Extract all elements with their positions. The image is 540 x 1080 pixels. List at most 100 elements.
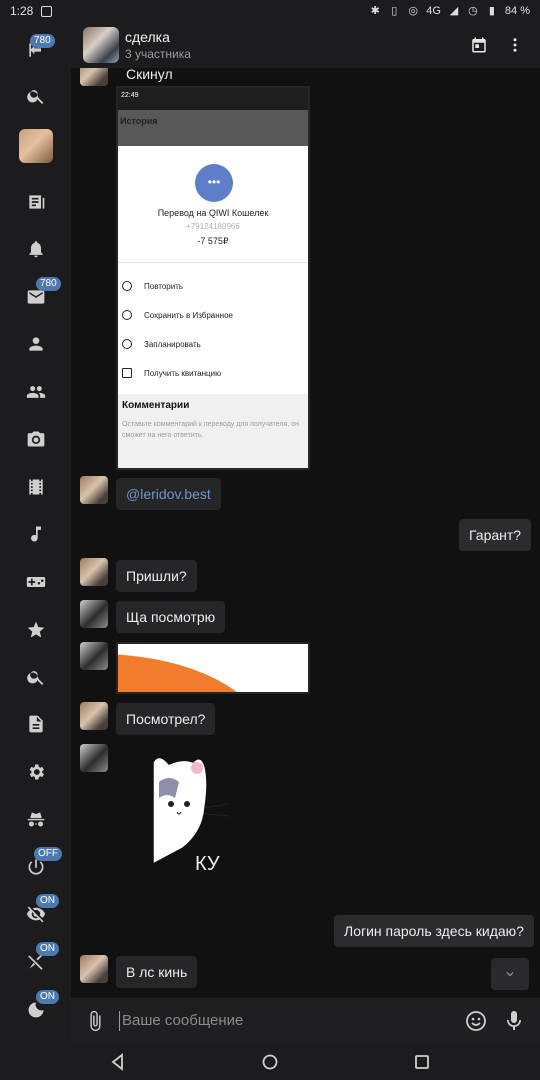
rail-friends[interactable] <box>0 324 71 364</box>
composer: Ваше сообщение <box>71 998 540 1044</box>
rail-music[interactable] <box>0 514 71 554</box>
bluetooth-icon: ✱ <box>370 4 380 17</box>
rail-exit[interactable]: 780 <box>0 30 71 70</box>
document-icon <box>28 715 43 733</box>
battery-icon: ▮ <box>488 4 495 17</box>
chat-subtitle: 3 участника <box>125 47 191 61</box>
sender-avatar[interactable] <box>80 476 108 504</box>
receipt-icon <box>122 368 132 378</box>
more-horiz-icon: ••• <box>195 164 233 202</box>
sender-avatar[interactable] <box>80 600 108 628</box>
chat-avatar[interactable] <box>83 27 119 63</box>
message-link[interactable]: @leridov.best <box>116 478 221 510</box>
action-row: Повторить <box>118 274 308 298</box>
rail-search-2[interactable] <box>0 657 71 697</box>
hotspot-icon: ◎ <box>408 4 419 17</box>
rail-search[interactable] <box>0 76 71 116</box>
back-icon[interactable] <box>108 1052 128 1072</box>
rail-profile[interactable] <box>0 126 71 166</box>
rail-badge: OFF <box>34 847 62 861</box>
transfer-amount: -7 575₽ <box>197 236 229 246</box>
search-icon <box>26 671 43 685</box>
status-icons: ✱ ▯ ◎ 4G ◢ ◷ ▮ 84 % <box>369 5 530 17</box>
chat-title-block[interactable]: сделка 3 участника <box>125 29 191 61</box>
rail-messages[interactable]: 780 <box>0 277 71 317</box>
star-icon <box>27 621 44 638</box>
clock-icon <box>122 339 132 349</box>
message-text: Скинул <box>126 68 173 82</box>
action-label: Запланировать <box>144 339 201 349</box>
image-content <box>118 654 268 692</box>
rail-games[interactable] <box>0 562 71 602</box>
action-label: Получить квитанцию <box>144 368 222 378</box>
message-list[interactable]: Скинул 22:49 История ••• Перевод на QIWI… <box>71 68 540 998</box>
scroll-down-button[interactable] <box>491 958 529 990</box>
comments-hint: Оставьте комментарий к переводу для полу… <box>122 421 299 439</box>
sender-avatar[interactable] <box>80 68 108 86</box>
message-text: Ща посмотрю <box>116 601 226 633</box>
microphone-icon[interactable] <box>502 1009 526 1033</box>
network-type: 4G <box>426 5 441 17</box>
transfer-title: Перевод на QIWI Кошелек <box>157 208 269 218</box>
action-row: Сохранить в Избранное <box>118 303 308 327</box>
rail-badge: 780 <box>30 34 55 48</box>
alarm-icon: ◷ <box>468 4 478 17</box>
incognito-icon <box>27 812 44 827</box>
profile-avatar <box>18 129 53 163</box>
rail-settings[interactable] <box>0 752 71 792</box>
rail-badge: 780 <box>36 277 61 291</box>
sender-avatar[interactable] <box>80 642 108 670</box>
camera-icon <box>27 431 44 447</box>
rail-favorites[interactable] <box>0 610 71 650</box>
repeat-icon <box>122 281 132 291</box>
rail-photos[interactable] <box>0 419 71 459</box>
transfer-card: ••• Перевод на QIWI Кошелек +79124180966… <box>118 146 308 468</box>
message-input[interactable]: Ваше сообщение <box>119 1011 464 1031</box>
film-icon <box>28 479 43 495</box>
more-vert-icon <box>513 38 517 52</box>
rail-badge: ON <box>36 894 59 908</box>
chevron-down-icon <box>506 972 514 977</box>
signal-icon: ◢ <box>449 4 459 17</box>
screenshot-content: 22:49 История ••• Перевод на QIWI Кошеле… <box>118 88 308 468</box>
home-icon[interactable] <box>260 1052 280 1072</box>
settings-icon <box>29 764 44 780</box>
cat-sticker[interactable]: КУ <box>149 752 249 882</box>
message-text: Посмотрел? <box>116 703 216 735</box>
gamepad-icon <box>26 577 45 587</box>
message-text: В лс кинь <box>116 956 198 988</box>
attached-screenshot[interactable]: 22:49 История ••• Перевод на QIWI Кошеле… <box>116 86 310 470</box>
menu-button[interactable] <box>503 33 527 57</box>
sticker-caption: КУ <box>195 853 220 875</box>
sender-avatar[interactable] <box>80 744 108 772</box>
sender-avatar[interactable] <box>80 955 108 983</box>
chat-header: сделка 3 участника <box>71 22 540 68</box>
search-icon <box>26 90 43 104</box>
sender-avatar[interactable] <box>80 558 108 586</box>
rail-typing-toggle[interactable]: ON <box>0 942 71 982</box>
message-text-outgoing: Гарант? <box>459 519 532 551</box>
gallery-notification-icon <box>41 5 53 17</box>
rail-unread-toggle[interactable]: ON <box>0 894 71 934</box>
recents-icon[interactable] <box>412 1052 432 1072</box>
attached-image[interactable] <box>116 642 310 694</box>
chat-title: сделка <box>125 29 170 45</box>
emoji-icon[interactable] <box>464 1009 488 1033</box>
rail-documents[interactable] <box>0 704 71 744</box>
sender-avatar[interactable] <box>80 702 108 730</box>
rail-news[interactable] <box>0 182 71 222</box>
rail-incognito[interactable] <box>0 799 71 839</box>
status-bar: 1:28 ✱ ▯ ◎ 4G ◢ ◷ ▮ 84 % <box>0 0 540 22</box>
rail-communities[interactable] <box>0 372 71 412</box>
rail-online-toggle[interactable]: OFF <box>0 847 71 887</box>
divider <box>118 262 308 263</box>
calendar-icon <box>472 37 486 53</box>
rail-notifications[interactable] <box>0 229 71 269</box>
attach-icon[interactable] <box>83 1010 107 1032</box>
screenshot-history-label: История <box>118 110 308 146</box>
rail-night-toggle[interactable]: ON <box>0 990 71 1030</box>
calendar-button[interactable] <box>467 33 491 57</box>
screenshot-statusbar: 22:49 <box>118 88 308 110</box>
rail-badge: ON <box>36 990 59 1004</box>
rail-videos[interactable] <box>0 467 71 507</box>
